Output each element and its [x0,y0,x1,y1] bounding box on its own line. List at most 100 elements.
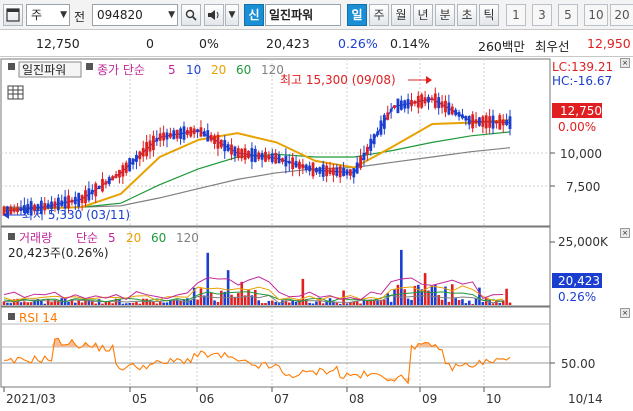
candle-body [148,140,152,152]
volume-bar [467,300,471,305]
search-icon[interactable] [181,4,201,26]
candle-body [406,99,410,109]
volume-bar [50,302,53,305]
candle-body [128,158,132,172]
period-tab-4[interactable]: 분 [435,4,455,26]
period-tab-0[interactable]: 일 [347,4,367,26]
volume-menu-icon[interactable] [8,233,15,240]
candle-body [464,116,468,121]
candle-body [158,133,162,141]
volume-bar [366,300,369,305]
candle-body [165,132,169,140]
candle-body [508,116,512,129]
minute-option-20[interactable]: 20 [610,4,633,26]
ma-period-20: 20 [211,63,226,77]
candle-body [311,162,315,177]
stock-code-input[interactable]: 094820 ▼ [92,4,178,26]
rsi-panel-close-icon[interactable]: × [620,308,630,318]
minute-option-1[interactable]: 1 [506,4,526,26]
candle-body [338,166,342,178]
x-tick-label: 08 [349,392,364,406]
stock-name-field[interactable]: 일진파워 [265,4,341,26]
candle-body [135,154,138,163]
candle-body [498,115,502,130]
ma-menu-icon[interactable] [86,63,93,70]
ma-type-label: 종가 단순 [97,63,145,77]
volume-bar [124,303,128,305]
candle-body [484,115,488,129]
candle-body [481,116,485,127]
candle-body [447,102,451,115]
candle-body [141,147,145,157]
candle-body [253,148,257,162]
candle-body [355,162,359,174]
price-panel-close-icon[interactable]: × [620,58,630,68]
minute-option-10[interactable]: 10 [584,4,608,26]
volume-bar [196,299,199,305]
volume-bar [264,303,267,305]
period-tab-2[interactable]: 월 [391,4,411,26]
volume-bar [355,301,359,305]
volume-bar [461,299,464,305]
volume-bar [440,299,444,305]
minute-option-3[interactable]: 3 [532,4,552,26]
candle-body [196,129,199,133]
candle-body [393,105,396,108]
volume-bar [172,300,176,305]
volume-value-tag: 20,423 [558,274,600,288]
period-tab-1[interactable]: 주 [369,4,389,26]
stock-chart[interactable]: 일진파워 종가 단순 5 10 20 60 120 최고 15,300 (09/… [0,58,633,411]
candle-body [213,135,216,144]
rsi-menu-icon[interactable] [8,313,15,320]
candle-body [423,97,427,104]
volume-bar [213,300,216,305]
price-change-pct: 0% [199,36,219,51]
candle-body [260,152,264,160]
market-select[interactable]: 주 ▼ [26,4,70,26]
volume-bar [135,301,138,305]
volume-bar [450,284,454,305]
speaker-icon[interactable] [204,4,224,26]
candle-body [264,151,267,162]
candle-body [101,178,104,192]
volume-bar [118,299,121,305]
chart-canvas[interactable]: 일진파워 종가 단순 5 10 20 60 120 최고 15,300 (09/… [0,58,633,411]
high-annotation: 최고 15,300 (09/08) [280,73,396,87]
volume-bar [80,302,84,305]
candle-body [427,96,430,103]
period-tab-3[interactable]: 년 [413,4,433,26]
candle-body [369,138,373,151]
candle-body [335,167,339,176]
speaker-menu-button[interactable]: ▼ [225,4,239,26]
volume-bar [454,298,457,305]
data-table-icon[interactable] [7,85,24,100]
candle-body [90,189,94,195]
candle-body [396,98,400,114]
ma-period-60: 60 [236,63,251,77]
panel-menu-icon[interactable] [8,63,15,70]
candle-body [454,109,458,116]
candle-body [16,207,19,212]
period-tab-6[interactable]: 틱 [479,4,499,26]
candle-body [304,164,308,171]
volume-bar [138,303,142,305]
candle-body [111,176,115,181]
volume-title: 거래량 [19,231,52,245]
volume-ma-label: 단순 [76,231,98,245]
ma-period-5: 5 [168,63,176,77]
candle-body [94,183,98,197]
period-tab-5[interactable]: 초 [457,4,477,26]
volume-bar [389,301,393,305]
minute-option-5[interactable]: 5 [558,4,578,26]
volume-bar [6,302,9,305]
volume-bar [345,303,349,305]
volume-bar [359,303,362,305]
current-price: 12,750 [36,36,80,51]
candle-body [118,169,121,178]
volume-bar [9,303,13,305]
window-icon[interactable] [3,4,23,26]
candle-body [53,201,57,208]
volume-bar [155,303,159,305]
candle-body [267,155,271,160]
volume-panel-close-icon[interactable]: × [620,228,630,238]
